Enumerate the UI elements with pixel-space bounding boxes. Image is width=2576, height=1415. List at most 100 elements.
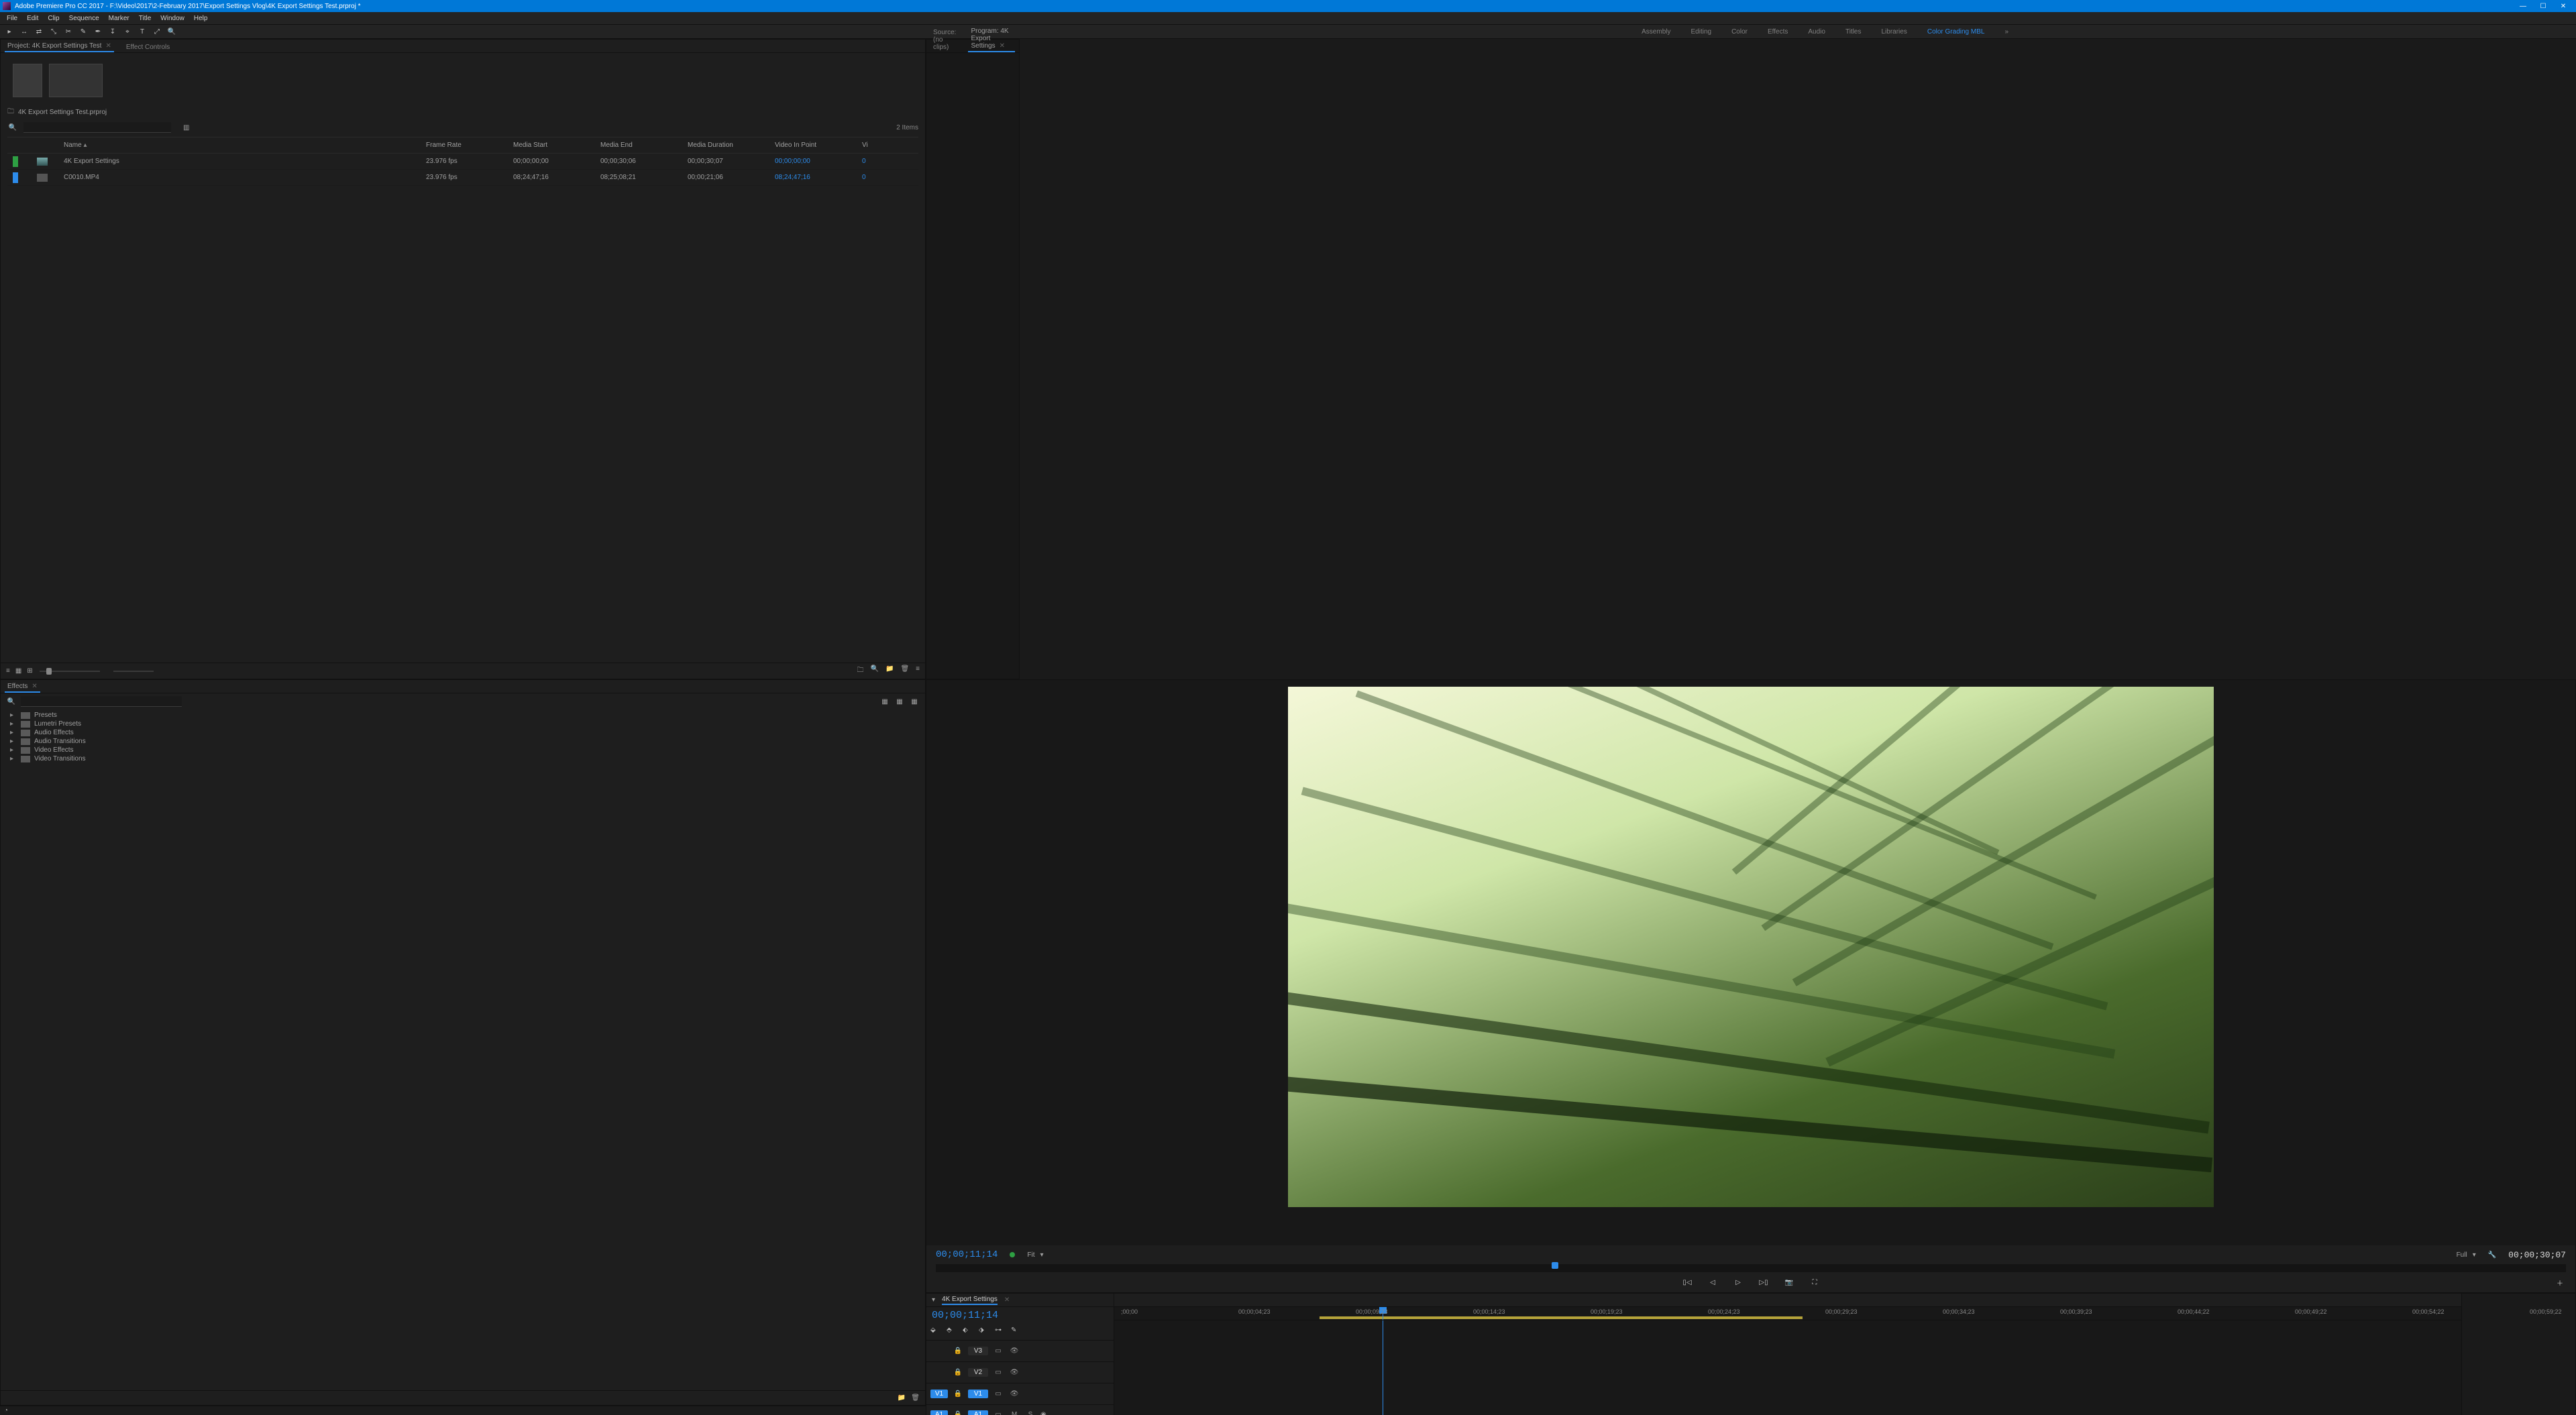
program-timecode-left[interactable]: 00;00;11;14 bbox=[936, 1249, 998, 1260]
close-button[interactable]: ✕ bbox=[2553, 3, 2573, 10]
timeline-tool-5[interactable]: ✎ bbox=[1011, 1326, 1022, 1337]
transport-button-0[interactable]: ▯◁ bbox=[1681, 1276, 1693, 1288]
column-header[interactable]: Media Start bbox=[513, 142, 600, 149]
lock-icon[interactable]: 🔒 bbox=[952, 1388, 964, 1400]
footer-action-icon[interactable]: ≡ bbox=[916, 665, 920, 677]
transport-button-2[interactable]: ▷ bbox=[1732, 1276, 1744, 1288]
program-video-frame[interactable] bbox=[1288, 687, 2214, 1207]
menu-file[interactable]: File bbox=[3, 15, 21, 22]
bin-icon[interactable]: 🗀 bbox=[7, 107, 14, 118]
close-tab-icon[interactable]: ✕ bbox=[105, 42, 111, 50]
effects-folder[interactable]: ▸Video Transitions bbox=[1, 754, 925, 763]
minimize-button[interactable]: — bbox=[2513, 3, 2533, 10]
tool-0[interactable]: ▸ bbox=[4, 26, 15, 37]
footer-action-icon[interactable]: 🔍 bbox=[871, 665, 879, 677]
footer-action-icon[interactable]: 🗀 bbox=[857, 665, 864, 677]
effect-type-badge-icon[interactable]: ▦ bbox=[894, 698, 905, 705]
effects-folder[interactable]: ▸Audio Transitions bbox=[1, 737, 925, 746]
tool-11[interactable]: 🔍 bbox=[166, 26, 177, 37]
record-button[interactable]: ◉ bbox=[1040, 1411, 1046, 1415]
tool-2[interactable]: ⇄ bbox=[34, 26, 44, 37]
video-track-header[interactable]: 🔒 V3 ▭ 👁 bbox=[926, 1340, 1114, 1361]
effects-search-input[interactable] bbox=[21, 696, 182, 707]
tool-7[interactable]: ↧ bbox=[107, 26, 118, 37]
menu-help[interactable]: Help bbox=[190, 15, 212, 22]
view-mode-icon[interactable]: ⊞ bbox=[27, 667, 32, 675]
transport-button-5[interactable]: ⛶ bbox=[1809, 1276, 1821, 1288]
thumbnail-size-slider[interactable] bbox=[40, 671, 100, 672]
workspace-assembly[interactable]: Assembly bbox=[1642, 28, 1670, 36]
effects-folder[interactable]: ▸Audio Effects bbox=[1, 728, 925, 737]
tab-effect-controls[interactable]: Effect Controls bbox=[123, 42, 172, 52]
source-patch[interactable]: V1 bbox=[930, 1390, 948, 1398]
tool-1[interactable]: ↔ bbox=[19, 26, 30, 37]
tab-project[interactable]: Project: 4K Export Settings Test✕ bbox=[5, 41, 114, 52]
workspace-editing[interactable]: Editing bbox=[1691, 28, 1712, 36]
project-columns-header[interactable]: NameFrame RateMedia StartMedia EndMedia … bbox=[7, 137, 918, 154]
menu-edit[interactable]: Edit bbox=[23, 15, 42, 22]
workspace-effects[interactable]: Effects bbox=[1768, 28, 1788, 36]
track-label[interactable]: A1 bbox=[968, 1410, 988, 1415]
program-playhead[interactable] bbox=[1552, 1262, 1558, 1269]
workspace-overflow[interactable]: » bbox=[2004, 28, 2008, 36]
tool-5[interactable]: ✎ bbox=[78, 26, 89, 37]
workspace-libraries[interactable]: Libraries bbox=[1881, 28, 1907, 36]
timeline-tracks[interactable]: ▪ C0010.MP4 [V] bbox=[1114, 1320, 2461, 1415]
menu-marker[interactable]: Marker bbox=[105, 15, 133, 22]
quality-dropdown[interactable]: Full bbox=[2457, 1251, 2467, 1259]
column-header[interactable]: Frame Rate bbox=[426, 142, 513, 149]
project-search-input[interactable] bbox=[23, 122, 171, 133]
track-label[interactable]: V3 bbox=[968, 1347, 988, 1355]
dropdown-arrow-icon[interactable]: ▾ bbox=[1040, 1251, 1044, 1259]
effect-type-badge-icon[interactable]: ▦ bbox=[879, 698, 890, 705]
work-area-bar[interactable] bbox=[1320, 1316, 1803, 1319]
tool-10[interactable]: ⤢ bbox=[152, 26, 162, 37]
track-label[interactable]: V2 bbox=[968, 1368, 988, 1377]
settings-icon[interactable]: 🔧 bbox=[2488, 1251, 2496, 1259]
view-mode-icon[interactable]: ≡ bbox=[6, 667, 10, 675]
tool-4[interactable]: ✂ bbox=[63, 26, 74, 37]
tool-3[interactable]: ⤡ bbox=[48, 26, 59, 37]
program-timeline-scrubber[interactable] bbox=[936, 1264, 2566, 1272]
column-header[interactable]: Media Duration bbox=[688, 142, 775, 149]
view-mode-icon[interactable]: ▦ bbox=[15, 667, 21, 675]
video-track-header[interactable]: V1 🔒 V1 ▭ 👁 bbox=[926, 1383, 1114, 1404]
workspace-color[interactable]: Color bbox=[1731, 28, 1748, 36]
track-label[interactable]: V1 bbox=[968, 1390, 988, 1398]
menu-title[interactable]: Title bbox=[135, 15, 156, 22]
lock-icon[interactable]: 🔒 bbox=[952, 1367, 964, 1379]
mute-button[interactable]: M bbox=[1008, 1409, 1020, 1415]
lock-icon[interactable]: 🔒 bbox=[952, 1409, 964, 1415]
new-bin-icon[interactable]: 📁 bbox=[898, 1394, 906, 1402]
close-tab-icon[interactable]: ✕ bbox=[1004, 1296, 1010, 1304]
tool-8[interactable]: ⌖ bbox=[122, 26, 133, 37]
effect-type-badge-icon[interactable]: ▦ bbox=[909, 698, 920, 705]
effects-folder[interactable]: ▸Video Effects bbox=[1, 746, 925, 754]
transport-button-3[interactable]: ▷▯ bbox=[1758, 1276, 1770, 1288]
delete-icon[interactable]: 🗑 bbox=[911, 1394, 920, 1402]
source-patch[interactable]: A1 bbox=[930, 1410, 948, 1415]
filter-bin-icon[interactable]: ▥ bbox=[183, 124, 189, 131]
timeline-tool-2[interactable]: ⬖ bbox=[963, 1326, 973, 1337]
menu-clip[interactable]: Clip bbox=[44, 15, 63, 22]
workspace-color-grading-mbl[interactable]: Color Grading MBL bbox=[1927, 28, 1985, 36]
sequence-tab[interactable]: 4K Export Settings bbox=[942, 1296, 998, 1305]
eye-icon[interactable]: 👁 bbox=[1008, 1367, 1020, 1379]
maximize-button[interactable]: ☐ bbox=[2533, 3, 2553, 10]
tool-9[interactable]: T bbox=[137, 26, 148, 37]
close-tab-icon[interactable]: ✕ bbox=[32, 683, 37, 690]
timeline-timecode[interactable]: 00;00;11;14 bbox=[932, 1310, 998, 1321]
solo-button[interactable]: S bbox=[1024, 1409, 1036, 1415]
zoom-fit-dropdown[interactable]: Fit bbox=[1027, 1251, 1034, 1259]
sync-lock-icon[interactable]: ▭ bbox=[992, 1388, 1004, 1400]
sync-lock-icon[interactable]: ▭ bbox=[992, 1409, 1004, 1415]
project-row[interactable]: C0010.MP4 23.976 fps08;24;47;1608;25;08;… bbox=[7, 170, 918, 186]
menu-window[interactable]: Window bbox=[156, 15, 189, 22]
workspace-audio[interactable]: Audio bbox=[1808, 28, 1825, 36]
column-header[interactable]: Name bbox=[64, 142, 426, 149]
transport-button-1[interactable]: ◁ bbox=[1707, 1276, 1719, 1288]
audio-track-header[interactable]: A1 🔒 A1 ▭ M S ◉ bbox=[926, 1404, 1114, 1415]
project-row[interactable]: 4K Export Settings 23.976 fps00;00;00;00… bbox=[7, 154, 918, 170]
eye-icon[interactable]: 👁 bbox=[1008, 1388, 1020, 1400]
bin-thumbnail[interactable] bbox=[13, 64, 42, 97]
